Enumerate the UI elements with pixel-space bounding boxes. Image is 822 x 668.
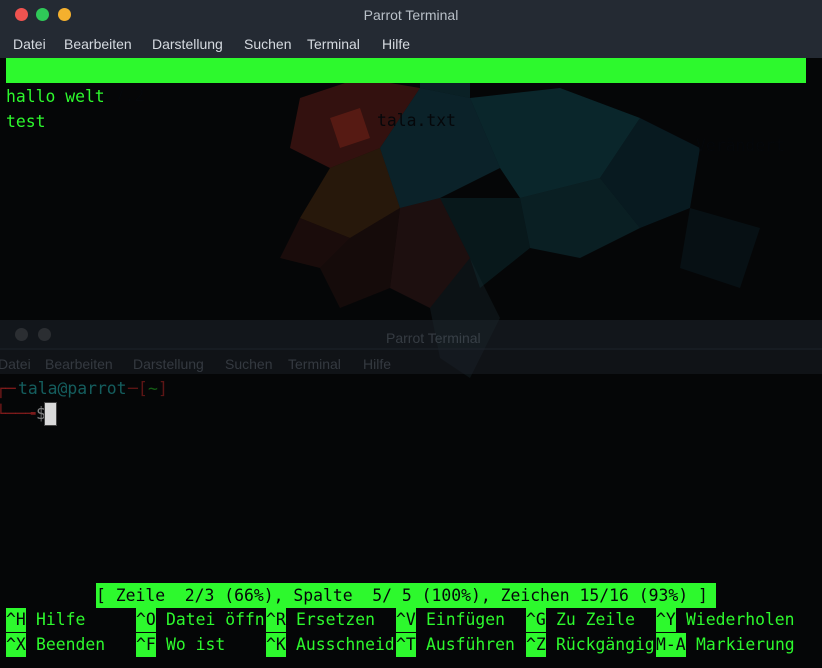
file-line-2[interactable]: test bbox=[6, 109, 45, 134]
background-menu-item: Hilfe bbox=[363, 356, 392, 372]
terminal-area[interactable]: Parrot Terminal Datei Bearbeiten Darstel… bbox=[0, 58, 822, 668]
menu-bar: Datei Bearbeiten Darstellung Suchen Term… bbox=[0, 31, 822, 59]
prompt-user: tala@parrot bbox=[18, 379, 127, 398]
nano-header-bar: GNU nano 7.2 tala.txt Verändert bbox=[6, 58, 806, 155]
prompt-dir: ~ bbox=[148, 379, 158, 398]
background-window-button bbox=[15, 328, 28, 341]
shortcut-label-execute: Ausführen bbox=[426, 635, 515, 654]
menu-hilfe[interactable]: Hilfe bbox=[382, 36, 410, 52]
menu-suchen[interactable]: Suchen bbox=[244, 36, 291, 52]
prompt-bracket-close: ] bbox=[158, 379, 168, 398]
window-title: Parrot Terminal bbox=[363, 7, 459, 23]
shortcut-label-undo: Rückgängig bbox=[556, 635, 655, 654]
menu-bearbeiten[interactable]: Bearbeiten bbox=[64, 36, 132, 52]
shortcut-label-replace: Ersetzen bbox=[296, 610, 375, 629]
shortcut-label-exit: Beenden bbox=[36, 635, 106, 654]
shortcut-label-cut: Ausschneid bbox=[296, 635, 395, 654]
menu-datei[interactable]: Datei bbox=[13, 36, 46, 52]
file-line-1[interactable]: hallo welt bbox=[6, 84, 105, 109]
shortcut-key-execute[interactable]: ^T bbox=[396, 633, 416, 657]
background-menu-item: Terminal bbox=[288, 356, 341, 372]
terminal-window: Parrot Terminal Datei Bearbeiten Darstel… bbox=[0, 0, 822, 668]
background-menu-item: Datei bbox=[0, 356, 31, 372]
shortcut-key-replace[interactable]: ^R bbox=[266, 608, 286, 632]
background-menu-item: Bearbeiten bbox=[45, 356, 113, 372]
background-window-menu-bar: Datei Bearbeiten Darstellung Suchen Term… bbox=[0, 348, 822, 374]
title-bar: Parrot Terminal bbox=[0, 0, 822, 31]
shortcut-label-search: Wo ist bbox=[166, 635, 226, 654]
shortcut-label-redo: Wiederholen bbox=[686, 610, 795, 629]
nano-modified-status: Verändert bbox=[696, 136, 785, 155]
shortcut-key-write[interactable]: ^O bbox=[136, 608, 156, 632]
menu-terminal[interactable]: Terminal bbox=[307, 36, 360, 52]
shortcut-key-paste[interactable]: ^V bbox=[396, 608, 416, 632]
nano-filename: tala.txt bbox=[377, 111, 456, 130]
prompt-corner-bottom: └──╼ bbox=[0, 404, 36, 423]
shortcut-key-search[interactable]: ^F bbox=[136, 633, 156, 657]
shortcut-key-help[interactable]: ^H bbox=[6, 608, 26, 632]
shortcut-label-help: Hilfe bbox=[36, 610, 86, 629]
shortcut-label-goto: Zu Zeile bbox=[556, 610, 635, 629]
background-window-button bbox=[38, 328, 51, 341]
prompt-bracket: ─[ bbox=[128, 379, 148, 398]
shortcut-label-paste: Einfügen bbox=[426, 610, 505, 629]
menu-darstellung[interactable]: Darstellung bbox=[152, 36, 223, 52]
background-menu-item: Suchen bbox=[225, 356, 273, 372]
background-menu-item: Darstellung bbox=[133, 356, 204, 372]
prompt-corner: ┌─ bbox=[0, 379, 16, 398]
background-window-title-bar: Parrot Terminal bbox=[0, 320, 822, 350]
shortcut-key-mark[interactable]: M-A bbox=[656, 633, 686, 657]
shortcut-label-write: Datei öffn bbox=[166, 610, 265, 629]
shortcut-label-mark: Markierung bbox=[696, 635, 795, 654]
shortcut-key-exit[interactable]: ^X bbox=[6, 633, 26, 657]
shortcut-key-undo[interactable]: ^Z bbox=[526, 633, 546, 657]
shortcut-key-redo[interactable]: ^Y bbox=[656, 608, 676, 632]
nano-position-bar: [ Zeile 2/3 (66%), Spalte 5/ 5 (100%), Z… bbox=[96, 583, 716, 608]
shortcut-key-cut[interactable]: ^K bbox=[266, 633, 286, 657]
shortcut-key-goto[interactable]: ^G bbox=[526, 608, 546, 632]
terminal-cursor bbox=[44, 402, 57, 426]
